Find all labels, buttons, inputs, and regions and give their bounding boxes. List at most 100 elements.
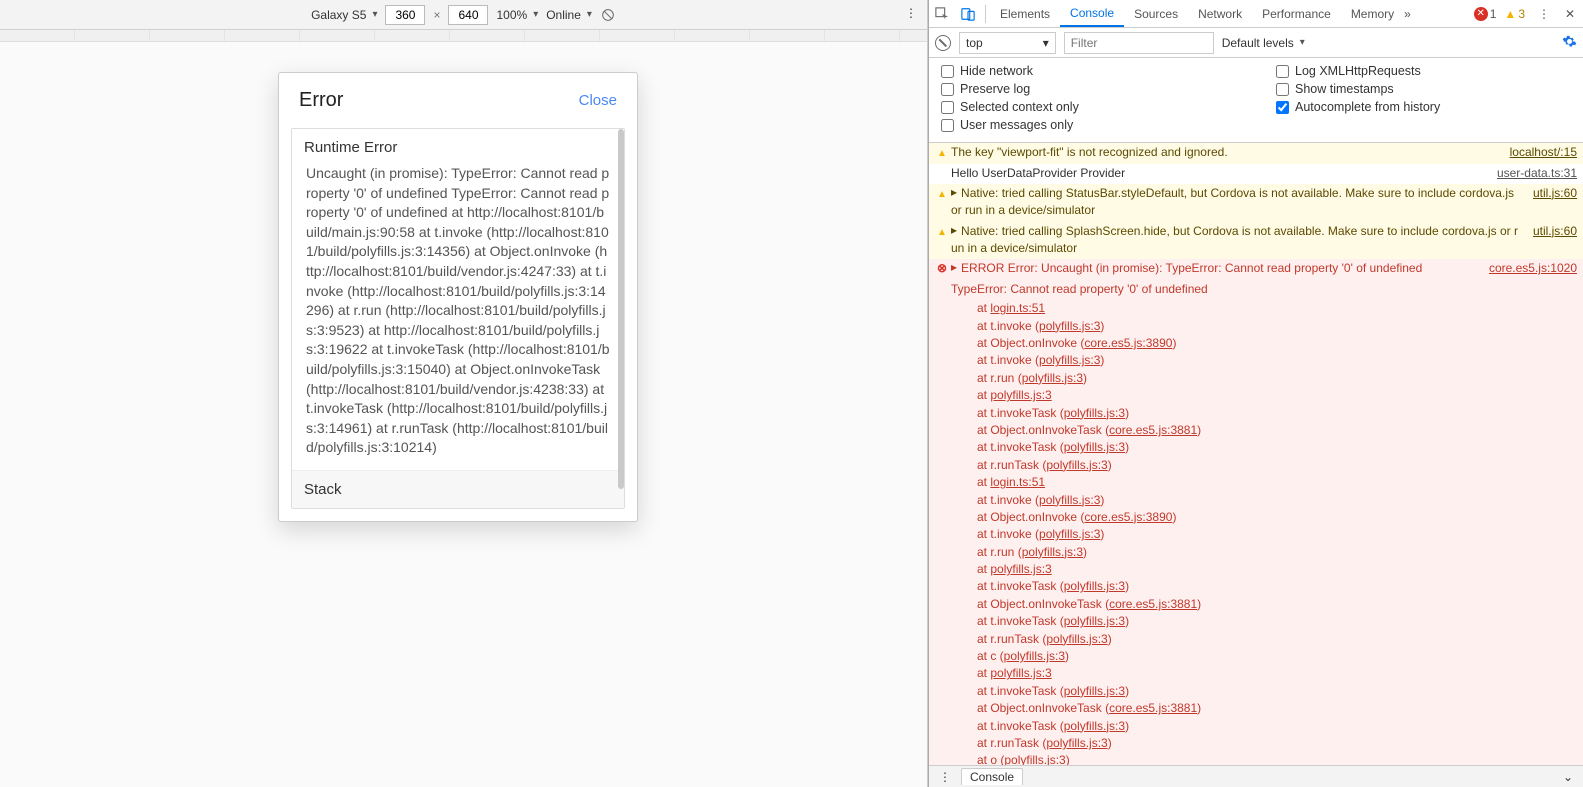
opt-selected-context[interactable]: Selected context only	[941, 100, 1236, 114]
console-row[interactable]: Hello UserDataProvider Provideruser-data…	[929, 164, 1583, 184]
stack-frame: at Object.onInvokeTask (core.es5.js:3881…	[929, 596, 1583, 613]
opt-user-messages[interactable]: User messages only	[941, 118, 1236, 132]
tab-sources[interactable]: Sources	[1124, 0, 1188, 27]
drawer-collapse-icon[interactable]: ⌄	[1563, 770, 1573, 784]
source-link[interactable]: polyfills.js:3	[1039, 319, 1100, 333]
tab-elements[interactable]: Elements	[990, 0, 1060, 27]
tab-performance[interactable]: Performance	[1252, 0, 1341, 27]
tab-console[interactable]: Console	[1060, 0, 1124, 27]
opt-autocomplete[interactable]: Autocomplete from history	[1276, 100, 1571, 114]
console-row[interactable]: The key "viewport-fit" is not recognized…	[929, 143, 1583, 164]
drawer-kebab-icon[interactable]: ⋮	[939, 770, 951, 784]
stack-frame: at r.runTask (polyfills.js:3)	[929, 457, 1583, 474]
error-count: 1	[1490, 7, 1497, 21]
log-levels-select[interactable]: Default levels	[1222, 36, 1305, 50]
source-link[interactable]: polyfills.js:3	[1039, 353, 1100, 367]
drawer-tab-console[interactable]: Console	[961, 768, 1023, 785]
stack-frame: at t.invoke (polyfills.js:3)	[929, 492, 1583, 509]
source-link[interactable]: polyfills.js:3	[1064, 719, 1125, 733]
console-filter-input[interactable]	[1064, 32, 1214, 54]
source-link[interactable]: polyfills.js:3	[1064, 684, 1125, 698]
warn-count: 3	[1518, 7, 1525, 21]
dialog-close-button[interactable]: Close	[579, 92, 617, 109]
source-link[interactable]: core.es5.js:3890	[1084, 336, 1172, 350]
source-link[interactable]: polyfills.js:3	[990, 666, 1051, 680]
stack-frame: at t.invokeTask (polyfills.js:3)	[929, 439, 1583, 456]
tab-network[interactable]: Network	[1188, 0, 1252, 27]
context-value: top	[966, 36, 983, 50]
stack-frame: at o (polyfills.js:3)	[929, 752, 1583, 765]
dialog-title: Error	[299, 89, 343, 112]
zoom-select[interactable]: 100%	[496, 8, 538, 22]
source-link[interactable]: core.es5.js:1020	[1489, 260, 1577, 277]
network-select[interactable]: Online	[546, 8, 592, 22]
source-link[interactable]: polyfills.js:3	[990, 388, 1051, 402]
error-count-badge[interactable]: ✕	[1474, 7, 1488, 21]
source-link[interactable]: login.ts:51	[990, 475, 1045, 489]
devtools-tabs: Elements Console Sources Network Perform…	[929, 0, 1583, 28]
source-link[interactable]: polyfills.js:3	[1064, 614, 1125, 628]
devtools-kebab-icon[interactable]: ⋮	[1531, 7, 1557, 21]
clear-console-icon[interactable]	[935, 35, 951, 51]
device-height-input[interactable]	[448, 5, 488, 25]
stack-frame: at t.invoke (polyfills.js:3)	[929, 526, 1583, 543]
source-link[interactable]: polyfills.js:3	[990, 562, 1051, 576]
stack-frame: at t.invokeTask (polyfills.js:3)	[929, 683, 1583, 700]
source-link[interactable]: polyfills.js:3	[1064, 440, 1125, 454]
source-link[interactable]: polyfills.js:3	[1046, 736, 1107, 750]
source-link[interactable]: core.es5.js:3881	[1109, 597, 1197, 611]
opt-preserve-log[interactable]: Preserve log	[941, 82, 1236, 96]
stack-frame: at t.invokeTask (polyfills.js:3)	[929, 405, 1583, 422]
source-link[interactable]: polyfills.js:3	[1046, 458, 1107, 472]
stack-frame: at t.invokeTask (polyfills.js:3)	[929, 718, 1583, 735]
devtools-pane: Elements Console Sources Network Perform…	[928, 0, 1583, 787]
device-toolbar: Galaxy S5 × 100% Online ⋮	[0, 0, 927, 30]
source-link[interactable]: util.js:60	[1533, 185, 1577, 202]
source-link[interactable]: polyfills.js:3	[1022, 371, 1083, 385]
console-row[interactable]: Native: tried calling StatusBar.styleDef…	[929, 184, 1583, 222]
source-link[interactable]: polyfills.js:3	[1039, 493, 1100, 507]
device-toolbar-kebab-icon[interactable]: ⋮	[905, 6, 917, 20]
opt-hide-network[interactable]: Hide network	[941, 64, 1236, 78]
source-link[interactable]: util.js:60	[1533, 223, 1577, 240]
device-select[interactable]: Galaxy S5	[311, 8, 377, 22]
source-link[interactable]: localhost/:15	[1510, 144, 1577, 161]
source-link[interactable]: polyfills.js:3	[1064, 406, 1125, 420]
console-output[interactable]: The key "viewport-fit" is not recognized…	[929, 143, 1583, 765]
source-link[interactable]: polyfills.js:3	[1064, 579, 1125, 593]
tab-memory[interactable]: Memory	[1341, 0, 1404, 27]
more-tabs-icon[interactable]: »	[1404, 7, 1411, 21]
source-link[interactable]: polyfills.js:3	[1022, 545, 1083, 559]
source-link[interactable]: polyfills.js:3	[1039, 527, 1100, 541]
console-filter-bar: top▾ Default levels	[929, 28, 1583, 58]
runtime-error-body: Uncaught (in promise): TypeError: Cannot…	[292, 160, 624, 470]
device-preview-pane: Galaxy S5 × 100% Online ⋮ Error Close Ru…	[0, 0, 928, 787]
stack-section[interactable]: Stack	[292, 470, 624, 508]
source-link[interactable]: core.es5.js:3890	[1084, 510, 1172, 524]
source-link[interactable]: polyfills.js:3	[1046, 632, 1107, 646]
stack-frame: at login.ts:51	[929, 300, 1583, 317]
console-error-row[interactable]: ERROR Error: Uncaught (in promise): Type…	[929, 259, 1583, 279]
source-link[interactable]: user-data.ts:31	[1497, 165, 1577, 182]
console-error-row: TypeError: Cannot read property '0' of u…	[929, 280, 1583, 300]
context-select[interactable]: top▾	[959, 32, 1056, 54]
source-link[interactable]: login.ts:51	[990, 301, 1045, 315]
devtools-close-icon[interactable]: ✕	[1557, 7, 1583, 21]
warn-count-badge[interactable]: ▲3	[1504, 7, 1525, 21]
inspect-icon[interactable]	[929, 1, 955, 27]
source-link[interactable]: polyfills.js:3	[1004, 649, 1065, 663]
source-link[interactable]: polyfills.js:3	[1004, 753, 1065, 765]
opt-log-xhr[interactable]: Log XMLHttpRequests	[1276, 64, 1571, 78]
source-link[interactable]: core.es5.js:3881	[1109, 701, 1197, 715]
opt-show-timestamps[interactable]: Show timestamps	[1276, 82, 1571, 96]
device-mode-icon[interactable]	[955, 1, 981, 27]
stack-frame: at polyfills.js:3	[929, 665, 1583, 682]
device-width-input[interactable]	[385, 5, 425, 25]
source-link[interactable]: core.es5.js:3881	[1109, 423, 1197, 437]
preview-area: Error Close Runtime Error Uncaught (in p…	[0, 42, 927, 787]
rotate-icon[interactable]	[600, 7, 616, 23]
stack-frame: at r.runTask (polyfills.js:3)	[929, 735, 1583, 752]
console-settings-icon[interactable]	[1562, 34, 1577, 52]
stack-frame: at Object.onInvoke (core.es5.js:3890)	[929, 509, 1583, 526]
console-row[interactable]: Native: tried calling SplashScreen.hide,…	[929, 222, 1583, 260]
